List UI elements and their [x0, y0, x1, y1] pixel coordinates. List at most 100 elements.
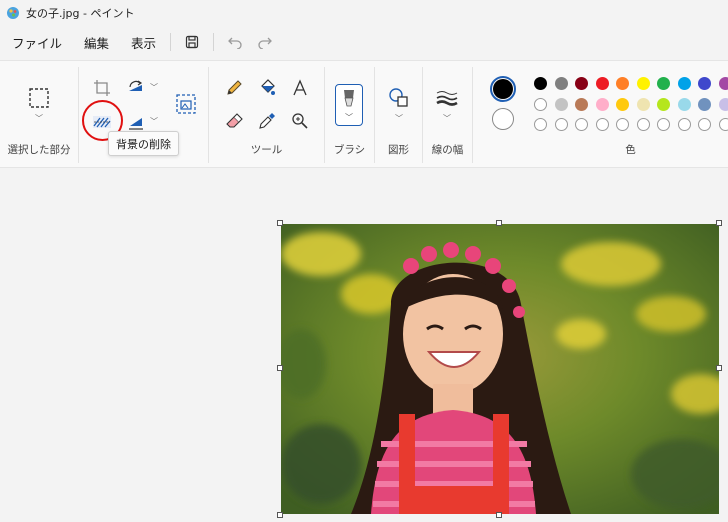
colors-group: 色 — [473, 61, 728, 169]
resize-handle-bottom-left[interactable] — [277, 512, 283, 518]
custom-color-slot[interactable] — [595, 118, 609, 131]
color-swatch[interactable] — [698, 77, 711, 90]
resize-handle-left[interactable] — [277, 365, 283, 371]
redo-icon — [258, 37, 272, 49]
color-swatch[interactable] — [698, 97, 711, 111]
color-swatch[interactable] — [616, 97, 629, 111]
color-swatch[interactable] — [554, 77, 568, 90]
brushes-button[interactable]: ﹀ — [335, 84, 363, 126]
resize-image-icon — [176, 94, 196, 114]
color-swatch[interactable] — [575, 97, 588, 111]
magnifier-button[interactable] — [287, 108, 313, 134]
shapes-button[interactable] — [386, 85, 412, 111]
remove-background-tooltip: 背景の削除 — [108, 131, 179, 156]
chevron-down-icon: ﹀ — [345, 113, 353, 122]
menu-bar: ファイル 編集 表示 — [0, 26, 728, 58]
color-swatch[interactable] — [718, 77, 728, 90]
undo-button[interactable] — [220, 29, 250, 55]
color-swatch[interactable] — [575, 77, 588, 90]
save-icon — [185, 35, 199, 49]
girl-photo — [281, 224, 719, 514]
fill-button[interactable] — [254, 75, 280, 101]
paint-bucket-icon — [261, 79, 275, 95]
color-swatch[interactable] — [636, 77, 650, 90]
flip-icon — [129, 118, 143, 130]
undo-icon — [228, 37, 242, 49]
canvas-image[interactable] — [281, 224, 719, 514]
custom-color-slot[interactable] — [575, 118, 588, 131]
color-swatch[interactable] — [554, 97, 568, 111]
tools-group: ツール — [209, 61, 324, 169]
color-swatch[interactable] — [718, 97, 728, 111]
custom-color-slot[interactable] — [657, 118, 670, 131]
resize-handle-top-right[interactable] — [716, 220, 722, 226]
custom-color-slot[interactable] — [534, 118, 547, 131]
save-button[interactable] — [177, 29, 207, 55]
pencil-button[interactable] — [221, 75, 247, 101]
pencil-icon — [227, 80, 242, 95]
rotate-button[interactable] — [123, 75, 149, 101]
chevron-down-icon[interactable]: ﹀ — [150, 82, 158, 93]
redo-button[interactable] — [250, 29, 280, 55]
custom-color-slot[interactable] — [677, 118, 691, 131]
resize-handle-bottom[interactable] — [496, 512, 502, 518]
color-swatch[interactable] — [534, 77, 547, 90]
primary-color-button[interactable] — [490, 76, 516, 102]
crop-button[interactable] — [89, 75, 115, 101]
resize-handle-right[interactable] — [716, 365, 722, 371]
window-title: 女の子.jpg - ペイント — [26, 7, 135, 20]
paint-app-icon — [7, 7, 19, 19]
color-swatch[interactable] — [636, 97, 650, 111]
colors-group-label: 色 — [625, 144, 636, 156]
line-width-icon — [436, 91, 458, 106]
menu-separator — [170, 33, 172, 51]
title-bar: 女の子.jpg - ペイント — [0, 0, 728, 26]
secondary-color-button[interactable] — [492, 108, 514, 130]
eraser-button[interactable] — [221, 108, 247, 134]
chevron-down-icon[interactable]: ﹀ — [395, 113, 403, 124]
color-swatch[interactable] — [595, 77, 609, 90]
color-swatch[interactable] — [595, 97, 609, 111]
menu-edit[interactable]: 編集 — [76, 29, 117, 55]
custom-color-slot[interactable] — [698, 118, 711, 131]
custom-color-slot[interactable] — [636, 118, 650, 131]
brush-icon — [344, 90, 354, 107]
custom-color-slot[interactable] — [718, 118, 728, 131]
stroke-size-group-label: 線の幅 — [431, 144, 464, 156]
resize-handle-top[interactable] — [496, 220, 502, 226]
brushes-group: ﹀ ブラシ — [325, 61, 374, 169]
custom-color-slot[interactable] — [616, 118, 629, 131]
eraser-icon — [226, 113, 243, 128]
crop-icon — [94, 80, 110, 96]
color-swatch[interactable] — [677, 77, 691, 90]
rotate-icon — [129, 80, 143, 91]
menu-view[interactable]: 表示 — [123, 29, 164, 55]
selection-group: ﹀ 選択した部分 — [0, 61, 78, 169]
tools-group-label: ツール — [250, 144, 283, 156]
color-swatch[interactable] — [534, 97, 547, 111]
text-button[interactable] — [287, 75, 313, 101]
menu-file[interactable]: ファイル — [4, 29, 70, 55]
shapes-group-label: 図形 — [388, 144, 409, 156]
chevron-down-icon[interactable]: ﹀ — [35, 113, 43, 124]
chevron-down-icon[interactable]: ﹀ — [150, 116, 158, 127]
stroke-size-button[interactable] — [434, 85, 460, 111]
color-swatch[interactable] — [657, 97, 670, 111]
magnifier-icon — [292, 113, 308, 129]
chevron-down-icon[interactable]: ﹀ — [443, 113, 451, 124]
color-swatch[interactable] — [677, 97, 691, 111]
rectangle-select-icon — [29, 88, 49, 108]
color-swatch[interactable] — [657, 77, 670, 90]
eyedropper-icon — [259, 113, 275, 129]
select-button[interactable] — [26, 85, 52, 111]
resize-button[interactable] — [173, 91, 199, 117]
resize-handle-top-left[interactable] — [277, 220, 283, 226]
color-picker-button[interactable] — [254, 108, 280, 134]
selection-group-label: 選択した部分 — [7, 144, 71, 156]
primary-color-swatch — [493, 79, 513, 99]
custom-color-slot[interactable] — [554, 118, 568, 131]
menu-separator — [213, 33, 215, 51]
shapes-icon — [389, 88, 408, 107]
shapes-group: ﹀ 図形 — [375, 61, 422, 169]
color-swatch[interactable] — [616, 77, 629, 90]
